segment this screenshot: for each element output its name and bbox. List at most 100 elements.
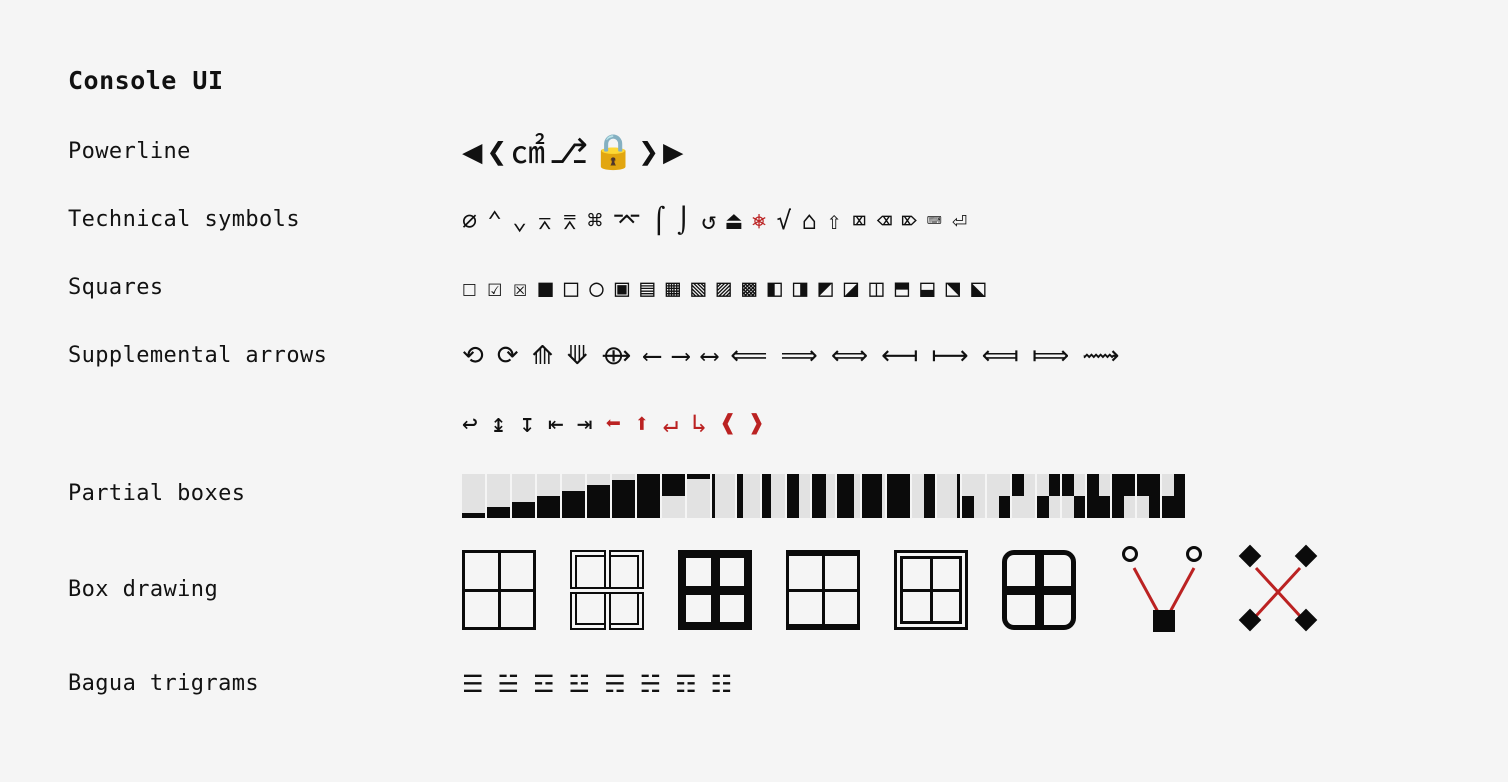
red-right-angle-bracket-icon: ❱ bbox=[748, 409, 765, 439]
ln-branch-icon: ㎠ bbox=[510, 132, 545, 172]
lower-left-triangle-icon: ◪ bbox=[843, 274, 859, 302]
left-seven-eighths-block bbox=[862, 474, 885, 518]
triple-up-arrow-icon: ⟰ bbox=[531, 341, 554, 371]
eject-icon: ⏏ bbox=[726, 205, 742, 235]
padlock-icon: 🔒 bbox=[592, 132, 635, 172]
up-down-bar-arrow-icon: ↨ bbox=[490, 409, 507, 439]
grid-fill-icon: ▦ bbox=[665, 274, 681, 302]
right-half-square-icon: ◨ bbox=[792, 274, 808, 302]
vertical-bisect-icon: ◫ bbox=[869, 274, 884, 302]
projective-icon: ⌅ bbox=[537, 205, 553, 235]
cw-open-arrow-icon: ⟳ bbox=[496, 341, 519, 371]
row-label-supplemental-arrows: Supplemental arrows bbox=[68, 343, 328, 368]
left-triangle-icon: ◀ bbox=[462, 132, 483, 172]
squiggle-right-arrow-icon: ⟿ bbox=[1082, 341, 1120, 371]
keyboard-icon: ⌨ bbox=[926, 205, 942, 235]
quadrant-upper-right-lower-left-lower-right bbox=[1162, 474, 1185, 518]
trigram-qian-icon: ☰ bbox=[462, 670, 484, 698]
row-label-squares: Squares bbox=[68, 275, 164, 300]
row-bagua-trigrams: Bagua trigrams ☰ ☱ ☲ ☳ ☴ ☵ ☶ ☷ bbox=[0, 650, 1508, 718]
enter-icon: ⌤ bbox=[612, 205, 642, 235]
red-return-arrow-icon: ↵ bbox=[662, 409, 679, 439]
diamonds-cross-diagram bbox=[1228, 542, 1336, 638]
radical-icon: √ bbox=[776, 205, 792, 235]
quadrant-lower-left bbox=[962, 474, 985, 518]
right-one-eighth-block bbox=[937, 474, 960, 518]
horizontal-fill-icon: ▤ bbox=[640, 274, 655, 302]
shift-icon: ⇧ bbox=[826, 205, 842, 235]
double-left-bar-arrow-icon: ⟽ bbox=[981, 341, 1019, 371]
circled-plus-arrow-icon: ⟴ bbox=[601, 341, 632, 371]
console-ui-specimen-sheet: Console UI Powerline ◀ ❮ ㎠ ⎇ 🔒 ❯ ▶ Technical s… bbox=[0, 0, 1508, 782]
return-icon: ⏎ bbox=[951, 205, 967, 235]
row-partial-boxes: Partial boxes bbox=[0, 458, 1508, 530]
left-five-eighths-block bbox=[812, 474, 835, 518]
delete-icon: ⌦ bbox=[901, 205, 917, 235]
row-supplemental-arrows-continued: ↩ ↨ ↧ ⇤ ⇥ ⬅ ⬆ ↵ ↳ ❰ ❱ bbox=[0, 390, 1508, 458]
down-bar-arrow-icon: ↧ bbox=[519, 409, 535, 439]
upper-one-eighth-block bbox=[687, 474, 710, 518]
circle-icon: ○ bbox=[589, 274, 604, 302]
ballot-box-check-icon: ☑ bbox=[487, 274, 502, 302]
specimens-supplemental-arrows: ⟲ ⟳ ⟰ ⟱ ⟴ ⟵ ⟶ ⟷ ⟸ ⟹ ⟺ ⟻ ⟼ ⟽ ⟾ ⟿ bbox=[462, 322, 1508, 390]
lower-three-quarters-block bbox=[587, 474, 610, 518]
long-double-left-arrow-icon: ⟸ bbox=[730, 341, 768, 371]
undo-icon: ↺ bbox=[701, 205, 717, 235]
specimen-rows: Powerline ◀ ❮ ㎠ ⎇ 🔒 ❯ ▶ Technical symbols ⌀ ⌃ ⌄ ⌅… bbox=[0, 118, 1508, 718]
node-square-bottom bbox=[1153, 610, 1175, 632]
left-one-eighth-block bbox=[712, 474, 735, 518]
reverse-diagonal-fill-icon: ▨ bbox=[716, 274, 731, 302]
specimens-partial-boxes bbox=[462, 458, 1508, 530]
box-grid-double bbox=[570, 550, 644, 630]
quadrant-upper-left-lower-left-lower-right bbox=[1087, 474, 1110, 518]
quadrant-upper-left-upper-right-lower-left bbox=[1112, 474, 1135, 518]
quadrant-ll-icon: ⬔ bbox=[945, 274, 961, 302]
ballot-box-icon: ☐ bbox=[462, 274, 477, 302]
quadrant-upper-left-upper-right-lower-right bbox=[1137, 474, 1160, 518]
white-square-icon: □ bbox=[563, 274, 579, 302]
node-circle-left bbox=[1122, 546, 1138, 562]
box-grid-mixed bbox=[786, 550, 860, 630]
specimens-squares: ☐ ☑ ☒ ■ □ ○ ▣ ▤ ▦ ▧ ▨ ▩ ◧ ◨ ◩ ◪ ◫ ⬒ ⬓ ⬔ ⬕ bbox=[462, 254, 1508, 322]
long-left-arrow-icon: ⟵ bbox=[644, 341, 660, 371]
quadrant-ul-icon: ⬒ bbox=[894, 274, 910, 302]
clear-icon: ⌧ bbox=[851, 205, 867, 235]
lower-seven-eighths-block bbox=[612, 474, 635, 518]
quadrant-upper-left-lower-right bbox=[1062, 474, 1085, 518]
quadrant-upper-right-lower-left bbox=[1037, 474, 1060, 518]
row-label-partial-boxes: Partial boxes bbox=[68, 481, 246, 506]
left-three-eighths-block bbox=[762, 474, 785, 518]
down-arrowhead-icon: ⌄ bbox=[512, 205, 528, 235]
command-icon: ⌘ bbox=[587, 205, 603, 235]
row-box-drawing: Box drawing bbox=[0, 530, 1508, 650]
full-block-2 bbox=[887, 474, 910, 518]
box-grid-rounded-heavy bbox=[1002, 550, 1076, 630]
right-half-block bbox=[912, 474, 935, 518]
right-tab-arrow-icon: ⇥ bbox=[576, 409, 593, 439]
integral-top-icon: ⌠ bbox=[651, 205, 667, 235]
dotted-fill-icon: ▩ bbox=[741, 274, 757, 302]
specimens-box-drawing bbox=[462, 530, 1508, 650]
integral-bottom-icon: ⌡ bbox=[676, 205, 692, 235]
left-chevron-icon: ❮ bbox=[486, 132, 507, 172]
quadrant-ur-icon: ⬓ bbox=[920, 274, 935, 302]
node-circle-right bbox=[1186, 546, 1202, 562]
box-figure-list bbox=[462, 550, 1110, 630]
up-arrowhead-icon: ⌃ bbox=[487, 205, 503, 235]
git-branch-icon: ⎇ bbox=[548, 132, 589, 172]
left-tab-arrow-icon: ⇤ bbox=[547, 409, 564, 439]
red-branch-arrow-icon: ↳ bbox=[691, 409, 707, 439]
left-half-block bbox=[787, 474, 810, 518]
backspace-icon: ⌫ bbox=[876, 205, 892, 235]
trigram-dui-icon: ☱ bbox=[497, 670, 520, 698]
row-label-bagua-trigrams: Bagua trigrams bbox=[68, 671, 260, 696]
quadrant-upper-left bbox=[1012, 474, 1035, 518]
red-turn-left-arrow-icon: ⬅ bbox=[605, 409, 621, 439]
left-one-quarter-block bbox=[737, 474, 760, 518]
red-turn-right-arrow-icon: ⬆ bbox=[633, 409, 650, 439]
right-chevron-icon: ❯ bbox=[638, 132, 659, 172]
long-double-left-right-arrow-icon: ⟺ bbox=[830, 341, 869, 371]
full-block bbox=[637, 474, 660, 518]
box-grid-double-outline bbox=[894, 550, 968, 630]
quadrant-lower-right bbox=[987, 474, 1010, 518]
